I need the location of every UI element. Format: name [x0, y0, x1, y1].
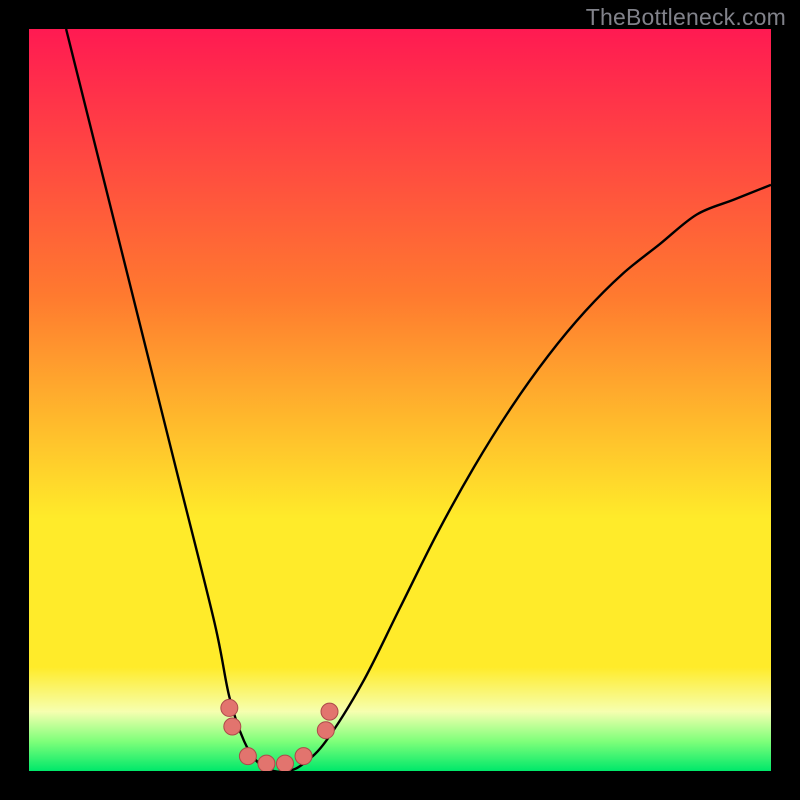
bottleneck-curve: [66, 29, 771, 771]
curve-layer: [29, 29, 771, 771]
curve-marker: [221, 699, 238, 716]
curve-markers: [221, 699, 338, 771]
curve-marker: [321, 703, 338, 720]
curve-marker: [224, 718, 241, 735]
curve-marker: [276, 755, 293, 771]
curve-marker: [295, 748, 312, 765]
curve-marker: [317, 722, 334, 739]
plot-area: [29, 29, 771, 771]
curve-marker: [239, 748, 256, 765]
chart-frame: TheBottleneck.com: [0, 0, 800, 800]
curve-marker: [258, 755, 275, 771]
watermark-text: TheBottleneck.com: [586, 4, 786, 31]
